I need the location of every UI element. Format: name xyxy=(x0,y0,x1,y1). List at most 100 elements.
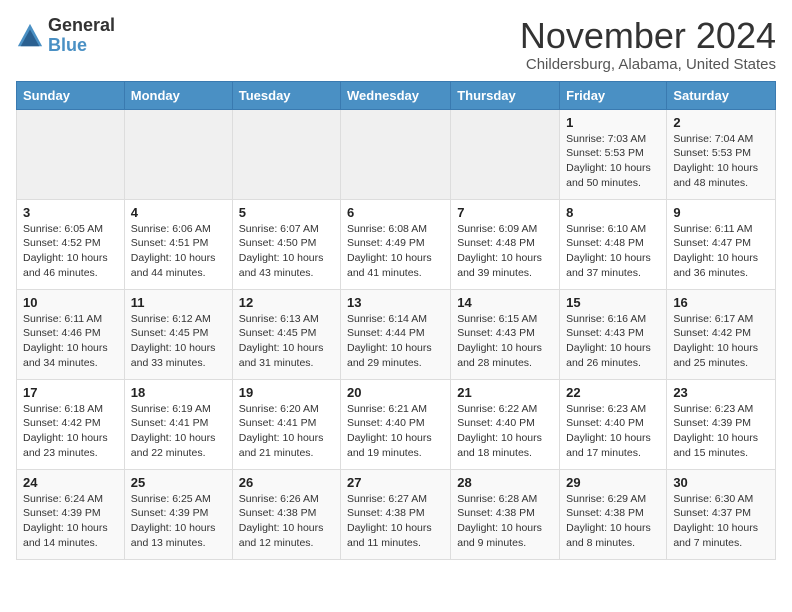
calendar-cell: 2 Sunrise: 7:04 AMSunset: 5:53 PMDaylight… xyxy=(667,109,776,199)
day-number: 8 xyxy=(566,205,660,220)
calendar-table: SundayMondayTuesdayWednesdayThursdayFrid… xyxy=(16,81,776,560)
day-info: Sunrise: 6:11 AMSunset: 4:46 PMDaylight:… xyxy=(23,312,118,371)
day-info: Sunrise: 6:28 AMSunset: 4:38 PMDaylight:… xyxy=(457,492,553,551)
day-number: 16 xyxy=(673,295,769,310)
day-info: Sunrise: 6:25 AMSunset: 4:39 PMDaylight:… xyxy=(131,492,226,551)
calendar-cell xyxy=(124,109,232,199)
calendar-week-3: 10 Sunrise: 6:11 AMSunset: 4:46 PMDayligh… xyxy=(17,289,776,379)
logo-icon xyxy=(16,22,44,50)
day-number: 5 xyxy=(239,205,334,220)
calendar-cell: 1Sunrise: 7:03 AMSunset: 5:53 PMDaylight… xyxy=(560,109,667,199)
calendar-cell: 15 Sunrise: 6:16 AMSunset: 4:43 PMDayligh… xyxy=(560,289,667,379)
day-number: 25 xyxy=(131,475,226,490)
calendar-cell: 7 Sunrise: 6:09 AMSunset: 4:48 PMDaylight… xyxy=(451,199,560,289)
calendar-week-1: 1Sunrise: 7:03 AMSunset: 5:53 PMDaylight… xyxy=(17,109,776,199)
calendar-cell: 13Sunrise: 6:14 AMSunset: 4:44 PMDayligh… xyxy=(341,289,451,379)
calendar-cell: 20 Sunrise: 6:21 AMSunset: 4:40 PMDayligh… xyxy=(341,379,451,469)
day-number: 7 xyxy=(457,205,553,220)
calendar-cell: 4 Sunrise: 6:06 AMSunset: 4:51 PMDaylight… xyxy=(124,199,232,289)
day-number: 3 xyxy=(23,205,118,220)
day-number: 26 xyxy=(239,475,334,490)
day-info: Sunrise: 6:05 AMSunset: 4:52 PMDaylight:… xyxy=(23,222,118,281)
calendar-cell: 30 Sunrise: 6:30 AMSunset: 4:37 PMDayligh… xyxy=(667,469,776,559)
day-info: Sunrise: 6:26 AMSunset: 4:38 PMDaylight:… xyxy=(239,492,334,551)
day-number: 20 xyxy=(347,385,444,400)
day-info: Sunrise: 6:27 AMSunset: 4:38 PMDaylight:… xyxy=(347,492,444,551)
day-info: Sunrise: 6:10 AMSunset: 4:48 PMDaylight:… xyxy=(566,222,660,281)
calendar-cell: 8 Sunrise: 6:10 AMSunset: 4:48 PMDaylight… xyxy=(560,199,667,289)
day-info: Sunrise: 6:21 AMSunset: 4:40 PMDaylight:… xyxy=(347,402,444,461)
calendar-cell: 28 Sunrise: 6:28 AMSunset: 4:38 PMDayligh… xyxy=(451,469,560,559)
day-info: Sunrise: 6:12 AMSunset: 4:45 PMDaylight:… xyxy=(131,312,226,371)
calendar-cell: 11 Sunrise: 6:12 AMSunset: 4:45 PMDayligh… xyxy=(124,289,232,379)
calendar-cell xyxy=(451,109,560,199)
calendar-cell: 27 Sunrise: 6:27 AMSunset: 4:38 PMDayligh… xyxy=(341,469,451,559)
day-info: Sunrise: 7:03 AMSunset: 5:53 PMDaylight:… xyxy=(566,132,660,191)
day-info: Sunrise: 6:13 AMSunset: 4:45 PMDaylight:… xyxy=(239,312,334,371)
day-info: Sunrise: 6:09 AMSunset: 4:48 PMDaylight:… xyxy=(457,222,553,281)
day-info: Sunrise: 6:22 AMSunset: 4:40 PMDaylight:… xyxy=(457,402,553,461)
calendar-cell: 3 Sunrise: 6:05 AMSunset: 4:52 PMDaylight… xyxy=(17,199,125,289)
day-number: 9 xyxy=(673,205,769,220)
calendar-cell: 17Sunrise: 6:18 AMSunset: 4:42 PMDayligh… xyxy=(17,379,125,469)
calendar-cell: 24Sunrise: 6:24 AMSunset: 4:39 PMDayligh… xyxy=(17,469,125,559)
month-title: November 2024 xyxy=(520,16,776,56)
calendar-week-2: 3 Sunrise: 6:05 AMSunset: 4:52 PMDaylight… xyxy=(17,199,776,289)
calendar-cell: 10 Sunrise: 6:11 AMSunset: 4:46 PMDayligh… xyxy=(17,289,125,379)
day-info: Sunrise: 6:06 AMSunset: 4:51 PMDaylight:… xyxy=(131,222,226,281)
calendar-cell xyxy=(341,109,451,199)
day-info: Sunrise: 6:15 AMSunset: 4:43 PMDaylight:… xyxy=(457,312,553,371)
day-number: 18 xyxy=(131,385,226,400)
calendar-cell: 18Sunrise: 6:19 AMSunset: 4:41 PMDayligh… xyxy=(124,379,232,469)
day-info: Sunrise: 6:17 AMSunset: 4:42 PMDaylight:… xyxy=(673,312,769,371)
calendar-cell: 19Sunrise: 6:20 AMSunset: 4:41 PMDayligh… xyxy=(232,379,340,469)
calendar-week-5: 24Sunrise: 6:24 AMSunset: 4:39 PMDayligh… xyxy=(17,469,776,559)
day-info: Sunrise: 6:07 AMSunset: 4:50 PMDaylight:… xyxy=(239,222,334,281)
calendar-cell: 9Sunrise: 6:11 AMSunset: 4:47 PMDaylight… xyxy=(667,199,776,289)
page-header: General Blue November 2024 Childersburg,… xyxy=(16,16,776,73)
calendar-cell: 26 Sunrise: 6:26 AMSunset: 4:38 PMDayligh… xyxy=(232,469,340,559)
day-info: Sunrise: 6:16 AMSunset: 4:43 PMDaylight:… xyxy=(566,312,660,371)
calendar-cell: 6Sunrise: 6:08 AMSunset: 4:49 PMDaylight… xyxy=(341,199,451,289)
day-info: Sunrise: 6:18 AMSunset: 4:42 PMDaylight:… xyxy=(23,402,118,461)
col-header-sunday: Sunday xyxy=(17,81,125,109)
calendar-week-4: 17Sunrise: 6:18 AMSunset: 4:42 PMDayligh… xyxy=(17,379,776,469)
day-number: 19 xyxy=(239,385,334,400)
col-header-thursday: Thursday xyxy=(451,81,560,109)
day-info: Sunrise: 6:23 AMSunset: 4:40 PMDaylight:… xyxy=(566,402,660,461)
col-header-tuesday: Tuesday xyxy=(232,81,340,109)
day-number: 15 xyxy=(566,295,660,310)
day-number: 11 xyxy=(131,295,226,310)
day-number: 27 xyxy=(347,475,444,490)
col-header-wednesday: Wednesday xyxy=(341,81,451,109)
logo-general-text: General xyxy=(48,15,115,35)
day-number: 29 xyxy=(566,475,660,490)
day-number: 14 xyxy=(457,295,553,310)
calendar-cell: 14 Sunrise: 6:15 AMSunset: 4:43 PMDayligh… xyxy=(451,289,560,379)
calendar-cell: 5 Sunrise: 6:07 AMSunset: 4:50 PMDaylight… xyxy=(232,199,340,289)
day-info: Sunrise: 6:30 AMSunset: 4:37 PMDaylight:… xyxy=(673,492,769,551)
day-number: 4 xyxy=(131,205,226,220)
day-info: Sunrise: 6:23 AMSunset: 4:39 PMDaylight:… xyxy=(673,402,769,461)
calendar-cell: 23 Sunrise: 6:23 AMSunset: 4:39 PMDayligh… xyxy=(667,379,776,469)
day-number: 30 xyxy=(673,475,769,490)
col-header-friday: Friday xyxy=(560,81,667,109)
day-number: 2 xyxy=(673,115,769,130)
calendar-cell: 21 Sunrise: 6:22 AMSunset: 4:40 PMDayligh… xyxy=(451,379,560,469)
day-number: 28 xyxy=(457,475,553,490)
calendar-cell: 16 Sunrise: 6:17 AMSunset: 4:42 PMDayligh… xyxy=(667,289,776,379)
day-number: 12 xyxy=(239,295,334,310)
calendar-cell xyxy=(232,109,340,199)
day-number: 24 xyxy=(23,475,118,490)
day-number: 21 xyxy=(457,385,553,400)
logo-blue-text: Blue xyxy=(48,35,87,55)
col-header-monday: Monday xyxy=(124,81,232,109)
day-number: 10 xyxy=(23,295,118,310)
title-block: November 2024 Childersburg, Alabama, Uni… xyxy=(520,16,776,73)
day-info: Sunrise: 6:08 AMSunset: 4:49 PMDaylight:… xyxy=(347,222,444,281)
day-info: Sunrise: 7:04 AMSunset: 5:53 PMDaylight:… xyxy=(673,132,769,191)
day-number: 22 xyxy=(566,385,660,400)
day-number: 23 xyxy=(673,385,769,400)
calendar-cell: 29Sunrise: 6:29 AMSunset: 4:38 PMDayligh… xyxy=(560,469,667,559)
calendar-header-row: SundayMondayTuesdayWednesdayThursdayFrid… xyxy=(17,81,776,109)
